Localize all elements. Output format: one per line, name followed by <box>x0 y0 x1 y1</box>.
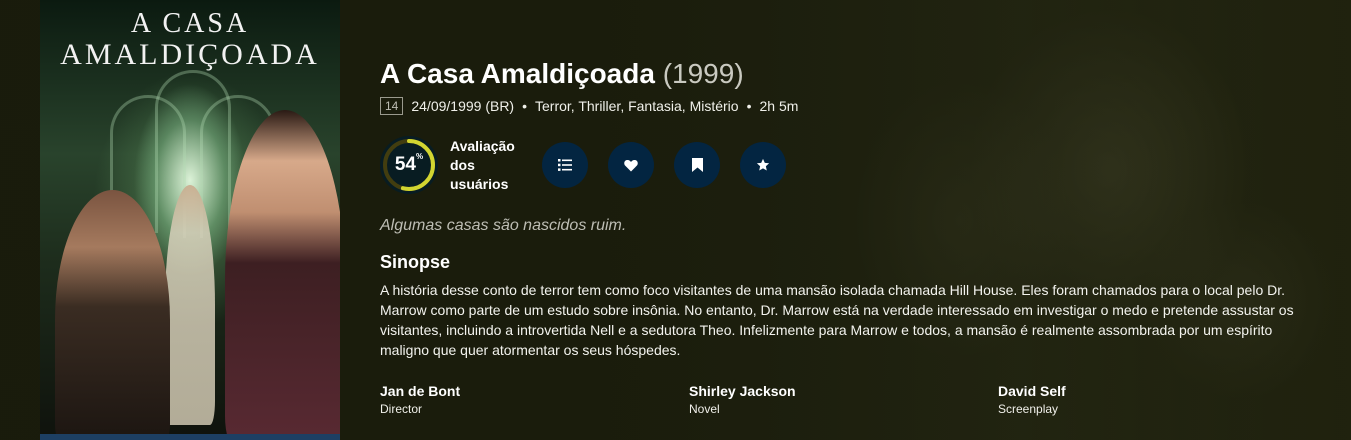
crew-list: Jan de Bont Director Shirley Jackson Nov… <box>380 382 1320 418</box>
watchlist-button[interactable] <box>674 142 720 188</box>
poster-bottom-bar <box>40 434 340 440</box>
poster-figure-right <box>225 110 340 440</box>
heart-icon <box>624 159 638 171</box>
poster-title-line2: AMALDIÇOADA <box>60 38 320 71</box>
actions-bar: 54% Avaliação dos usuários <box>380 134 1320 196</box>
crew-job: Novel <box>689 402 720 416</box>
rate-button[interactable] <box>740 142 786 188</box>
score-label: Avaliação dos usuários <box>450 137 515 192</box>
movie-poster[interactable]: A CASA AMALDIÇOADA <box>40 0 340 440</box>
add-to-list-button[interactable] <box>542 142 588 188</box>
release-date: 24/09/1999 (BR) <box>411 98 515 114</box>
poster-title: A CASA AMALDIÇOADA <box>40 10 340 70</box>
favorite-button[interactable] <box>608 142 654 188</box>
score-value: 54% <box>394 152 424 175</box>
movie-title[interactable]: A Casa Amaldiçoada <box>380 58 655 89</box>
poster-figure-center <box>165 185 215 425</box>
movie-title-row: A Casa Amaldiçoada (1999) <box>380 56 1320 92</box>
runtime: 2h 5m <box>759 98 799 114</box>
separator-dot: • <box>522 98 527 114</box>
crew-job: Director <box>380 402 423 416</box>
user-score-chart[interactable]: 54% <box>380 136 438 194</box>
crew-name[interactable]: David Self <box>998 382 1307 400</box>
tagline: Algumas casas são nascidos ruim. <box>380 217 627 234</box>
separator-dot: • <box>746 98 752 114</box>
crew-job: Screenplay <box>998 402 1059 416</box>
overview-heading: Sinopse <box>380 252 451 272</box>
overview-text: A história desse conto de terror tem com… <box>380 282 1294 358</box>
list-icon <box>558 159 572 171</box>
genres[interactable]: Terror, Thriller, Fantasia, Mistério <box>535 98 739 114</box>
crew-item: Jan de Bont Director <box>380 382 689 418</box>
release-year: (1999) <box>662 58 744 89</box>
crew-item: Shirley Jackson Novel <box>689 382 998 418</box>
poster-title-line1: A CASA <box>130 8 250 39</box>
crew-name[interactable]: Shirley Jackson <box>689 382 998 400</box>
poster-figure-left <box>55 190 170 440</box>
movie-info: A Casa Amaldiçoada (1999) 14 24/09/1999 … <box>380 56 1320 418</box>
crew-name[interactable]: Jan de Bont <box>380 382 689 400</box>
crew-item: David Self Screenplay <box>998 382 1307 418</box>
movie-facts: 14 24/09/1999 (BR) • Terror, Thriller, F… <box>380 96 1320 116</box>
certification-badge: 14 <box>380 97 404 115</box>
bookmark-icon <box>691 158 703 172</box>
star-icon <box>756 158 770 171</box>
